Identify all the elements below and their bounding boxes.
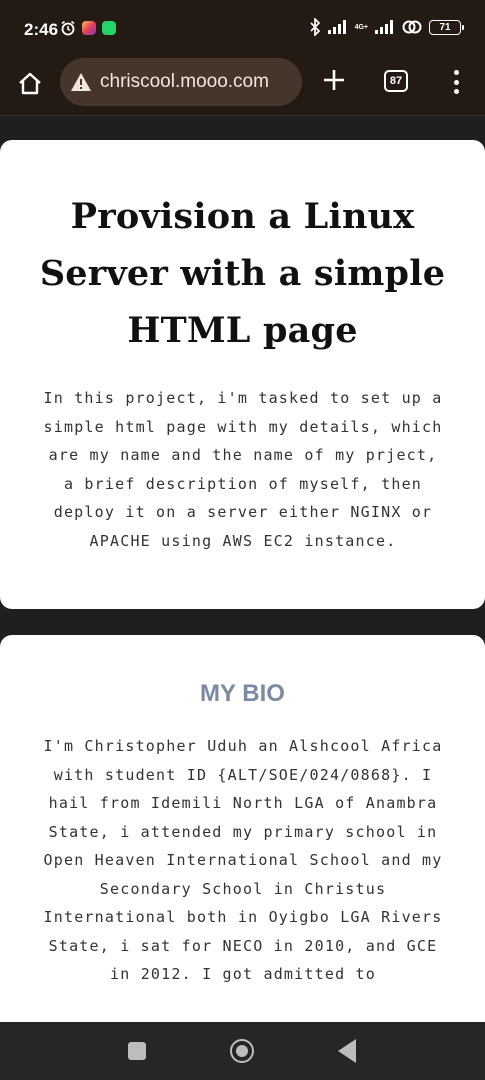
browser-toolbar: chriscool.mooo.com 87 bbox=[0, 56, 485, 116]
home-icon[interactable] bbox=[230, 1039, 254, 1063]
project-card: Provision a Linux Server with a simple H… bbox=[0, 140, 485, 609]
alarm-icon bbox=[61, 20, 75, 36]
page-title: Provision a Linux Server with a simple H… bbox=[39, 196, 446, 351]
network-type-label: 4G+ bbox=[354, 23, 368, 31]
recents-icon[interactable] bbox=[128, 1042, 146, 1060]
warning-icon[interactable] bbox=[70, 71, 92, 93]
signal-icon bbox=[375, 20, 393, 34]
new-tab-button[interactable] bbox=[320, 66, 348, 94]
instagram-icon bbox=[82, 21, 96, 35]
status-right-icons: 4G+ 71 bbox=[309, 18, 464, 36]
url-bar[interactable]: chriscool.mooo.com bbox=[60, 58, 302, 106]
bio-card: MY BIO I'm Christopher Uduh an Alshcool … bbox=[0, 635, 485, 1022]
status-bar: 2:46 4G+ 71 bbox=[0, 0, 485, 56]
url-text[interactable]: chriscool.mooo.com bbox=[100, 71, 269, 93]
whatsapp-icon bbox=[102, 21, 116, 35]
plus-icon bbox=[324, 70, 344, 90]
system-nav-bar bbox=[0, 1022, 485, 1080]
bluetooth-icon bbox=[309, 18, 320, 36]
more-vert-icon[interactable] bbox=[446, 68, 466, 96]
back-icon[interactable] bbox=[338, 1039, 356, 1063]
signal-icon bbox=[327, 20, 346, 34]
project-description: In this project, i'm tasked to set up a … bbox=[43, 389, 443, 550]
status-time: 2:46 bbox=[24, 20, 59, 39]
status-left-icons bbox=[60, 20, 116, 36]
page-content[interactable]: Provision a Linux Server with a simple H… bbox=[0, 117, 485, 1022]
hotspot-icon bbox=[402, 20, 422, 34]
battery-icon: 71 bbox=[429, 19, 464, 35]
home-icon bbox=[19, 72, 41, 95]
home-button[interactable] bbox=[16, 70, 44, 98]
tabs-button[interactable]: 87 bbox=[384, 70, 408, 92]
bio-heading: MY BIO bbox=[200, 680, 285, 707]
bio-text: I'm Christopher Uduh an Alshcool Africa … bbox=[43, 737, 443, 983]
